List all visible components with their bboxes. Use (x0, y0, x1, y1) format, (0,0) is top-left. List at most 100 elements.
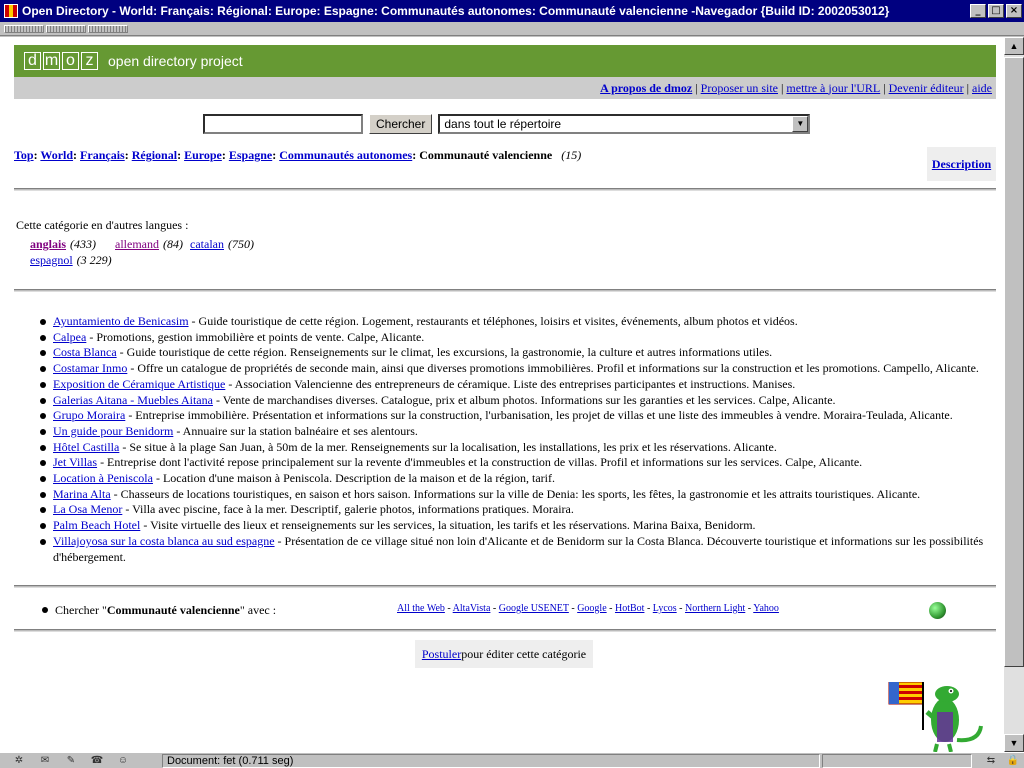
toolbar-grip[interactable] (46, 24, 86, 33)
site-description: - Villa avec piscine, face à la mer. Des… (122, 502, 574, 517)
bullet-icon (40, 444, 46, 451)
site-link[interactable]: Location à Peniscola (53, 471, 153, 485)
list-item: La Osa Menor - Villa avec piscine, face … (38, 502, 986, 518)
engine-link-lycos[interactable]: Lycos (653, 603, 677, 614)
lang-link-allemand[interactable]: allemand (115, 237, 159, 251)
scroll-down-icon[interactable]: ▼ (1004, 734, 1024, 752)
list-item: Exposition de Céramique Artistique - Ass… (38, 377, 986, 393)
become-editor-link[interactable]: Devenir éditeur (889, 81, 964, 96)
logo-letter[interactable]: d (24, 52, 41, 70)
about-dmoz-link[interactable]: A propos de dmoz (600, 81, 692, 96)
separator: - (568, 603, 578, 614)
header-links-bar: A propos de dmoz | Proposer un site | me… (14, 77, 996, 99)
minimize-button[interactable]: _ (970, 4, 986, 18)
connection-icon[interactable]: ⇆ (982, 755, 1000, 767)
engine-link-google-usenet[interactable]: Google USENET (499, 603, 569, 614)
browser-app-icon[interactable] (4, 4, 18, 18)
search-other-engines: Chercher " Communauté valencienne " avec :… (40, 599, 996, 621)
engine-link-google[interactable]: Google (577, 603, 606, 614)
divider (14, 585, 996, 588)
lang-link-catalan[interactable]: catalan (190, 237, 224, 251)
site-link[interactable]: Grupo Moraira (53, 408, 125, 422)
separator: - (444, 603, 453, 614)
apply-editor-link[interactable]: Postuler (422, 647, 461, 662)
address-book-icon[interactable]: ☎ (88, 755, 106, 767)
composer-icon[interactable]: ✎ (62, 755, 80, 767)
description-link[interactable]: Description (932, 157, 991, 172)
list-item: Ayuntamiento de Benicasim - Guide touris… (38, 314, 986, 330)
suggest-site-link[interactable]: Proposer un site (701, 81, 778, 96)
site-link[interactable]: La Osa Menor (53, 502, 122, 516)
edit-category-text: pour éditer cette catégorie (461, 646, 587, 661)
divider (14, 629, 996, 632)
engine-link-northern-light[interactable]: Northern Light (685, 603, 745, 614)
site-link[interactable]: Ayuntamiento de Benicasim (53, 314, 189, 328)
chat-icon[interactable]: ☺ (114, 755, 132, 767)
site-link[interactable]: Costamar Inmo (53, 361, 127, 375)
navigator-icon[interactable]: ✲ (10, 755, 28, 767)
site-link[interactable]: Exposition de Céramique Artistique (53, 377, 225, 391)
site-link[interactable]: Costa Blanca (53, 345, 117, 359)
lang-link-anglais[interactable]: anglais (30, 237, 66, 251)
site-description: - Se situe à la plage San Juan, à 50m de… (119, 439, 777, 454)
site-link[interactable]: Hôtel Castilla (53, 440, 119, 454)
engine-link-yahoo[interactable]: Yahoo (753, 603, 779, 614)
separator: | (781, 80, 784, 95)
site-link[interactable]: Jet Villas (53, 455, 97, 469)
close-button[interactable]: × (1006, 4, 1022, 18)
lizard-mascot-flag-icon[interactable] (887, 682, 987, 752)
security-lock-icon[interactable]: 🔒 (1004, 755, 1022, 767)
logo-letter[interactable]: o (62, 52, 79, 70)
help-link[interactable]: aide (972, 81, 992, 96)
logo-letter[interactable]: z (81, 52, 98, 70)
engine-link-altavista[interactable]: AltaVista (453, 603, 491, 614)
site-listings: Ayuntamiento de Benicasim - Guide touris… (38, 314, 986, 565)
window-titlebar[interactable]: Open Directory - World: Français: Région… (0, 0, 1024, 22)
breadcrumb-top[interactable]: Top (14, 148, 34, 162)
scroll-up-icon[interactable]: ▲ (1004, 37, 1024, 55)
toolbar-grip[interactable] (4, 24, 44, 33)
lang-count: (84) (163, 237, 183, 251)
search-other-suffix: " avec : (239, 602, 277, 617)
site-description: - Vente de marchandises diverses. Catalo… (212, 392, 836, 407)
site-link[interactable]: Un guide pour Benidorm (53, 424, 173, 438)
breadcrumb-current: Communauté valencienne (419, 148, 553, 162)
breadcrumb-francais[interactable]: Français (80, 148, 125, 162)
list-item: Location à Peniscola - Location d'une ma… (38, 471, 986, 487)
engine-link-alltheweb[interactable]: All the Web (397, 603, 445, 614)
search-scope-select[interactable]: dans tout le répertoire ▼ (438, 114, 811, 134)
divider (14, 289, 996, 292)
breadcrumb-regional[interactable]: Régional (132, 148, 177, 162)
site-link[interactable]: Villajoyosa sur la costa blanca au sud e… (53, 534, 275, 548)
page-viewport: d m o z open directory project A propos … (0, 37, 1004, 752)
site-description: - Annuaire sur la station balnéaire et s… (173, 423, 418, 438)
divider (14, 188, 996, 191)
dropdown-arrow-icon[interactable]: ▼ (792, 116, 809, 132)
site-description: - Promotions, gestion immobilière et poi… (86, 329, 425, 344)
breadcrumb-espagne[interactable]: Espagne (229, 148, 272, 162)
edit-category-box: Postuler pour éditer cette catégorie (415, 640, 593, 668)
mail-icon[interactable]: ✉ (36, 755, 54, 767)
search-button[interactable]: Chercher (369, 114, 433, 134)
site-link[interactable]: Palm Beach Hotel (53, 518, 140, 532)
engine-links: All the Web - AltaVista - Google USENET … (397, 603, 779, 614)
lang-count: (750) (227, 237, 254, 251)
engine-link-hotbot[interactable]: HotBot (615, 603, 644, 614)
site-link[interactable]: Marina Alta (53, 487, 111, 501)
lang-link-espagnol[interactable]: espagnol (30, 253, 73, 267)
site-link[interactable]: Calpea (53, 330, 86, 344)
progress-panel (822, 753, 972, 768)
vertical-scrollbar[interactable]: ▲ ▼ (1004, 37, 1024, 752)
green-ball-icon[interactable] (929, 602, 946, 619)
breadcrumb-europe[interactable]: Europe (184, 148, 222, 162)
toolbar-grip[interactable] (88, 24, 128, 33)
breadcrumb-world[interactable]: World (40, 148, 73, 162)
update-url-link[interactable]: mettre à jour l'URL (786, 81, 880, 96)
logo-letter[interactable]: m (43, 52, 60, 70)
maximize-button[interactable]: □ (988, 4, 1004, 18)
site-link[interactable]: Galerias Aitana - Muebles Aitana (53, 393, 213, 407)
scroll-thumb[interactable] (1004, 57, 1024, 667)
search-input[interactable] (203, 114, 363, 134)
list-item: Calpea - Promotions, gestion immobilière… (38, 330, 986, 346)
breadcrumb-communautes[interactable]: Communautés autonomes (279, 148, 412, 162)
